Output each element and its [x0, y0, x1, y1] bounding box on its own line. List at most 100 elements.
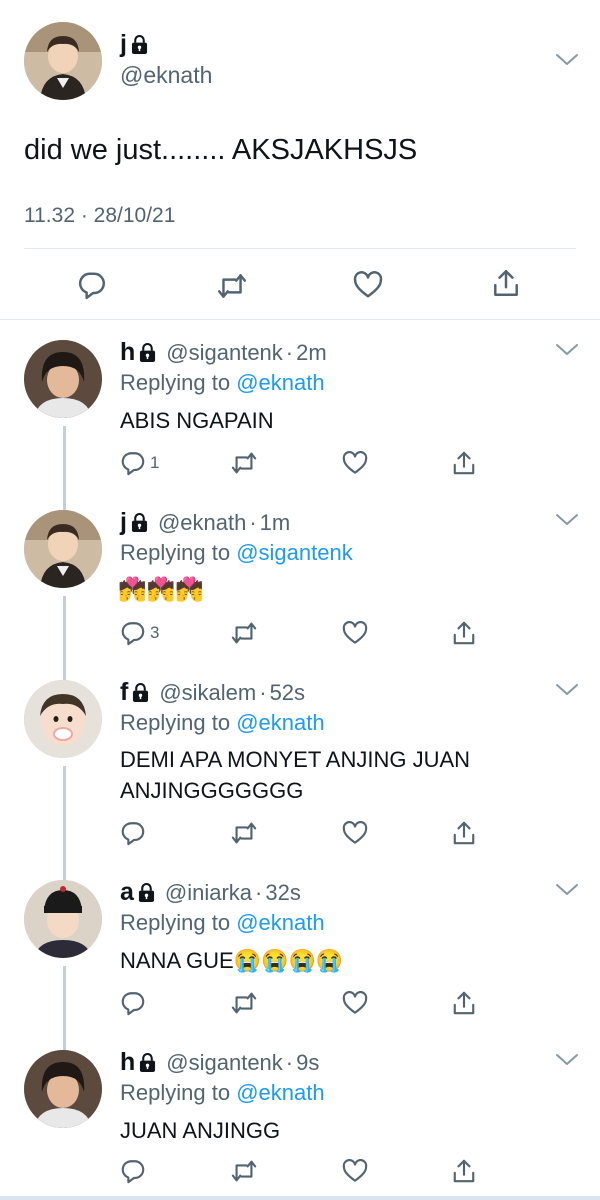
reply-icon — [120, 450, 146, 476]
lock-icon — [131, 512, 148, 533]
retweet-button[interactable] — [216, 271, 248, 301]
avatar[interactable] — [24, 880, 102, 958]
replying-to-mention[interactable]: @eknath — [236, 710, 324, 735]
share-button[interactable] — [452, 988, 476, 1018]
author-name[interactable]: j — [120, 508, 127, 537]
lock-icon — [139, 1052, 156, 1073]
retweet-button[interactable] — [230, 448, 258, 478]
thread-line — [63, 966, 66, 1052]
avatar-image — [24, 510, 102, 588]
author-handle[interactable]: @sigantenk — [166, 340, 283, 366]
chevron-down-icon[interactable] — [554, 52, 580, 68]
like-button[interactable] — [353, 271, 383, 299]
author-name[interactable]: f — [120, 678, 128, 707]
tweet-text-line-2: ANJINGGGGGGG — [120, 778, 304, 803]
chevron-down-icon[interactable] — [554, 682, 580, 698]
share-button[interactable] — [452, 1156, 476, 1186]
like-icon — [353, 271, 383, 299]
author-name[interactable]: h — [120, 338, 135, 367]
avatar[interactable] — [24, 510, 102, 588]
like-button[interactable] — [342, 1156, 368, 1186]
like-button[interactable] — [342, 818, 368, 848]
author-name-line: h @sigantenk · 2m — [120, 338, 327, 367]
retweet-button[interactable] — [230, 618, 258, 648]
reply-icon — [120, 620, 146, 646]
reply-button[interactable]: 3 — [120, 618, 159, 648]
like-icon — [342, 451, 368, 475]
share-icon — [452, 990, 476, 1016]
tweet-actions — [118, 1156, 478, 1186]
tweet-text: did we just........ AKSJAKHSJS — [24, 134, 418, 166]
divider — [24, 248, 576, 249]
main-tweet: j @eknath did we just........ AKSJAKHSJS… — [0, 0, 600, 320]
share-button[interactable] — [492, 268, 520, 298]
replying-to-mention[interactable]: @eknath — [236, 1080, 324, 1105]
reply-button[interactable] — [77, 270, 107, 300]
reply-icon — [120, 990, 146, 1016]
author-name-line: f @sikalem · 52s — [120, 678, 305, 707]
like-button[interactable] — [342, 448, 368, 478]
author-handle[interactable]: @sigantenk — [166, 1050, 283, 1076]
replying-to-mention[interactable]: @eknath — [236, 370, 324, 395]
retweet-button[interactable] — [230, 988, 258, 1018]
retweet-button[interactable] — [230, 1156, 258, 1186]
tweet-actions: 1 — [118, 448, 478, 478]
retweet-icon — [230, 820, 258, 846]
avatar-image — [24, 880, 102, 958]
tweet-time: 2m — [296, 339, 327, 365]
retweet-button[interactable] — [230, 818, 258, 848]
reply-button[interactable] — [120, 988, 146, 1018]
like-button[interactable] — [342, 618, 368, 648]
share-button[interactable] — [452, 818, 476, 848]
avatar[interactable] — [24, 1050, 102, 1128]
chevron-down-icon[interactable] — [554, 342, 580, 358]
author-name-line: j — [120, 30, 148, 59]
reply-button[interactable]: 1 — [120, 448, 159, 478]
avatar[interactable] — [24, 340, 102, 418]
separator: · — [285, 339, 294, 365]
tweet-text: 💏💏💏 — [118, 576, 204, 602]
reply-button[interactable] — [120, 818, 146, 848]
author-handle[interactable]: @eknath — [120, 62, 212, 89]
author-name-line: h @sigantenk · 9s — [120, 1048, 319, 1077]
share-icon — [452, 1158, 476, 1184]
author-handle[interactable]: @sikalem — [159, 680, 256, 706]
replying-to-label: Replying to — [120, 910, 237, 935]
chevron-down-icon[interactable] — [554, 882, 580, 898]
author-handle[interactable]: @eknath — [158, 510, 246, 536]
share-icon — [492, 268, 520, 298]
reply-count: 3 — [150, 623, 160, 642]
author-name[interactable]: j — [120, 30, 127, 59]
lock-icon — [139, 342, 156, 363]
like-icon — [342, 1159, 368, 1183]
like-icon — [342, 991, 368, 1015]
separator: · — [259, 679, 267, 705]
tweet-text: ABIS NGAPAIN — [120, 408, 274, 433]
tweet-time: 1m — [259, 509, 291, 535]
tweet-text-line-1: DEMI APA MONYET ANJING JUAN — [120, 747, 471, 772]
like-button[interactable] — [342, 988, 368, 1018]
share-icon — [452, 620, 476, 646]
avatar[interactable] — [24, 22, 102, 100]
lock-icon — [132, 682, 149, 703]
author-handle[interactable]: @iniarka — [165, 880, 252, 906]
replying-to-mention[interactable]: @eknath — [236, 910, 324, 935]
author-name[interactable]: a — [120, 878, 134, 907]
tweet-actions: 3 — [118, 618, 478, 648]
retweet-icon — [230, 1158, 258, 1184]
share-button[interactable] — [452, 618, 476, 648]
thread-line — [63, 426, 66, 512]
reply-icon — [77, 270, 107, 300]
replying-to-mention[interactable]: @sigantenk — [236, 540, 353, 565]
replying-to: Replying to @eknath — [120, 710, 325, 736]
avatar-image — [24, 680, 102, 758]
avatar[interactable] — [24, 680, 102, 758]
chevron-down-icon[interactable] — [554, 1052, 580, 1068]
reply-button[interactable] — [120, 1156, 146, 1186]
tweet-actions — [118, 988, 478, 1018]
chevron-down-icon[interactable] — [554, 512, 580, 528]
share-button[interactable] — [452, 448, 476, 478]
replying-to-label: Replying to — [120, 710, 237, 735]
avatar-image — [24, 1050, 102, 1128]
author-name[interactable]: h — [120, 1048, 135, 1077]
